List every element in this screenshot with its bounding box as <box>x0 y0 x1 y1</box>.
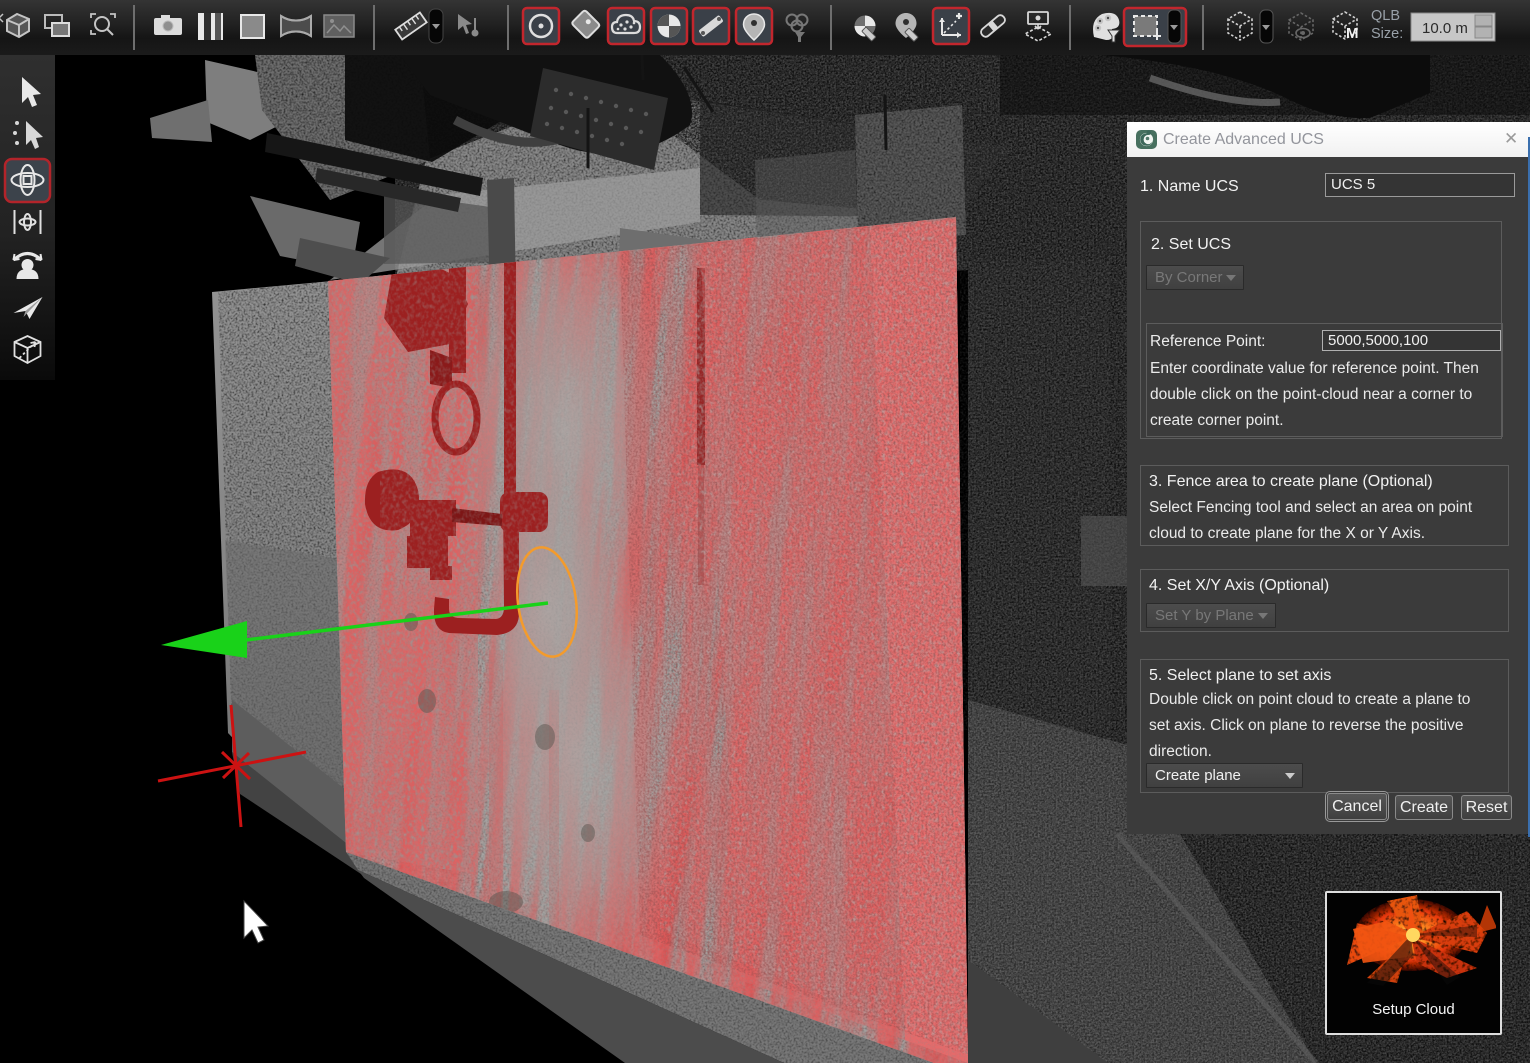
svg-text:M: M <box>1346 25 1359 42</box>
svg-text:10.0 m: 10.0 m <box>1422 20 1468 37</box>
svg-text:QLB: QLB <box>1371 8 1400 24</box>
svg-text:Size:: Size: <box>1371 26 1403 42</box>
